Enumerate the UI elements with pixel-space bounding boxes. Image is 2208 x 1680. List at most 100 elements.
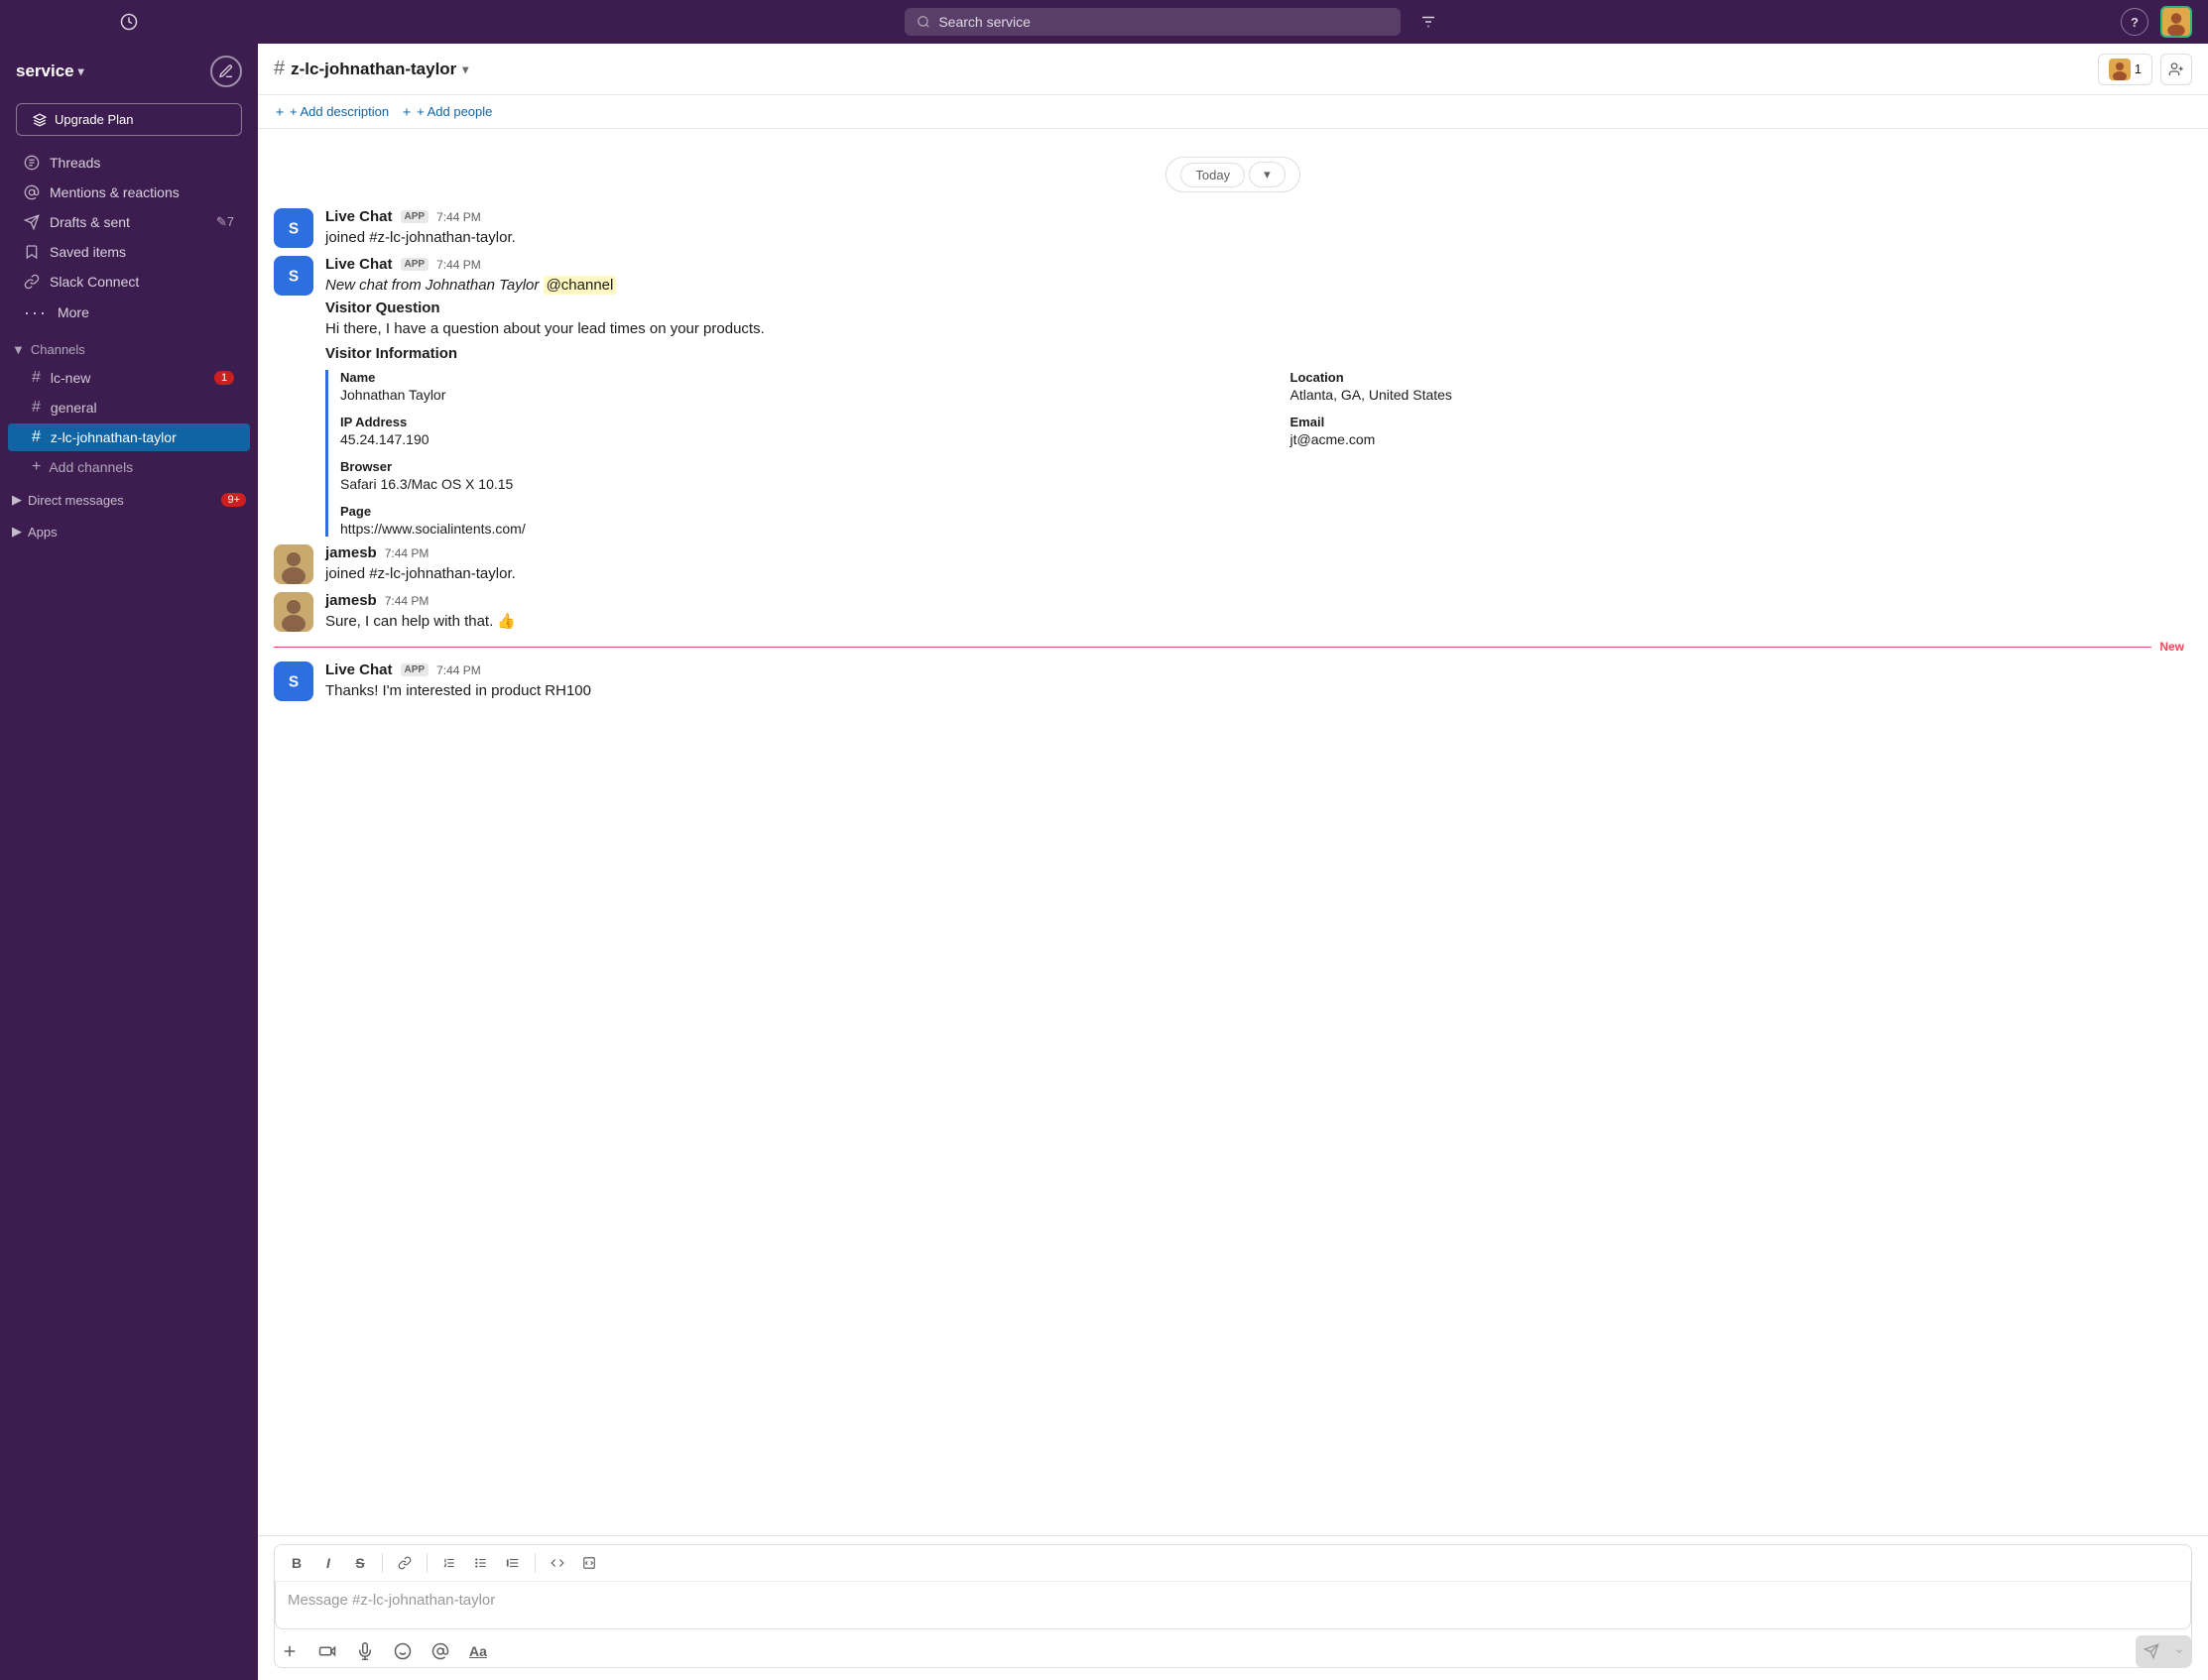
ordered-list-button[interactable]	[435, 1549, 463, 1577]
bookmark-icon	[24, 244, 40, 260]
message-2-header: Live Chat APP 7:44 PM	[325, 256, 2192, 273]
code-button[interactable]	[544, 1549, 571, 1577]
compose-button[interactable]	[210, 56, 242, 87]
livechat-avatar: S	[274, 208, 313, 248]
input-container: B I S	[274, 1544, 2192, 1668]
code-block-button[interactable]	[575, 1549, 603, 1577]
dm-badge: 9+	[221, 493, 246, 507]
input-area: B I S	[258, 1535, 2208, 1680]
add-description-link[interactable]: + Add description	[274, 104, 389, 119]
field-name: Name Johnathan Taylor	[340, 370, 1243, 403]
drafts-count: ✎7	[216, 214, 234, 230]
message-input[interactable]: Message #z-lc-johnathan-taylor	[275, 1582, 2191, 1629]
video-button[interactable]	[312, 1636, 342, 1666]
field-page: Page https://www.socialintents.com/	[340, 504, 1243, 537]
apps-section: ▶ Apps	[0, 518, 258, 545]
field-email: Email jt@acme.com	[1290, 415, 2193, 447]
jamesb-avatar-2	[274, 592, 313, 632]
format-button[interactable]: Aa	[463, 1636, 493, 1666]
app-badge-2: APP	[401, 258, 429, 271]
attach-button[interactable]	[275, 1636, 305, 1666]
add-people-icon	[401, 106, 413, 118]
email-label: Email	[1290, 415, 2193, 429]
help-icon[interactable]: ?	[2121, 8, 2148, 36]
livechat-avatar-2: S	[274, 256, 313, 296]
channel-mention: @channel	[544, 276, 617, 295]
emoji-button[interactable]	[388, 1636, 418, 1666]
search-icon	[917, 15, 930, 29]
jamesb-avatar	[274, 544, 313, 584]
member-count-button[interactable]: 1	[2098, 54, 2152, 85]
sidebar-item-mentions[interactable]: Mentions & reactions	[8, 179, 250, 206]
channels-section-header[interactable]: ▼ Channels	[0, 336, 258, 363]
blockquote-button[interactable]	[499, 1549, 527, 1577]
toolbar-sep-1	[382, 1553, 383, 1573]
sidebar-item-threads[interactable]: Threads	[8, 149, 250, 177]
add-people-link[interactable]: + Add people	[401, 104, 492, 119]
channel-hash: #	[274, 58, 285, 80]
message-1-content: Live Chat APP 7:44 PM joined #z-lc-johna…	[325, 208, 2192, 248]
link-button[interactable]	[391, 1549, 419, 1577]
page-value: https://www.socialintents.com/	[340, 521, 1243, 537]
bold-button[interactable]: B	[283, 1549, 310, 1577]
message-3-content: jamesb 7:44 PM joined #z-lc-johnathan-ta…	[325, 544, 2192, 584]
add-channels-button[interactable]: + Add channels	[8, 453, 250, 481]
send-dropdown-button[interactable]	[2167, 1635, 2191, 1667]
topbar-left	[0, 8, 258, 36]
sidebar-item-more[interactable]: ··· More	[8, 298, 250, 327]
dm-section-header: ▶ Direct messages 9+	[0, 486, 258, 514]
new-badge: New	[2151, 640, 2192, 654]
sidebar-item-drafts[interactable]: Drafts & sent ✎7	[8, 208, 250, 236]
send-button[interactable]	[2136, 1635, 2167, 1667]
direct-messages-header[interactable]: ▶ Direct messages	[12, 492, 124, 508]
add-member-button[interactable]	[2160, 54, 2192, 85]
topbar-center: Search service	[258, 8, 2089, 36]
channel-title[interactable]: # z-lc-johnathan-taylor ▾	[274, 58, 468, 80]
field-ip: IP Address 45.24.147.190	[340, 415, 1243, 447]
channel-actions: 1	[2098, 54, 2192, 85]
main-content: # z-lc-johnathan-taylor ▾ 1 + Add descri…	[258, 0, 2208, 1680]
apps-header[interactable]: ▶ Apps	[12, 524, 58, 540]
message-1-text: joined #z-lc-johnathan-taylor.	[325, 227, 2192, 248]
message-2-text: New chat from Johnathan Taylor @channel	[325, 275, 2192, 296]
upgrade-plan-button[interactable]: Upgrade Plan	[16, 103, 242, 136]
italic-button[interactable]: I	[314, 1549, 342, 1577]
toolbar-sep-2	[427, 1553, 428, 1573]
location-value: Atlanta, GA, United States	[1290, 387, 2193, 403]
connect-icon	[24, 274, 40, 290]
channel-hash-icon: #	[32, 369, 41, 387]
unordered-list-button[interactable]	[467, 1549, 495, 1577]
channel-item-z-lc-johnathan-taylor[interactable]: # z-lc-johnathan-taylor	[8, 423, 250, 451]
lc-new-badge: 1	[214, 371, 234, 385]
channel-hash-icon: #	[32, 399, 41, 417]
channel-item-general[interactable]: # general	[8, 394, 250, 421]
channel-item-lc-new[interactable]: # lc-new 1	[8, 364, 250, 392]
mention-button[interactable]	[426, 1636, 455, 1666]
date-divider-label[interactable]: Today ▾	[1165, 157, 1299, 192]
dm-collapse-icon: ▶	[12, 492, 22, 508]
page-label: Page	[340, 504, 1243, 519]
filter-icon[interactable]	[1414, 8, 1442, 36]
threads-icon	[24, 155, 40, 171]
strikethrough-button[interactable]: S	[346, 1549, 374, 1577]
at-icon	[24, 184, 40, 200]
member-avatar	[2109, 59, 2131, 80]
workspace-name[interactable]: service ▾	[16, 61, 84, 81]
user-avatar[interactable]	[2160, 6, 2192, 38]
message-1: S Live Chat APP 7:44 PM joined #z-lc-joh…	[258, 204, 2208, 252]
message-5-content: Live Chat APP 7:44 PM Thanks! I'm intere…	[325, 661, 2192, 701]
sidebar-item-connect[interactable]: Slack Connect	[8, 268, 250, 296]
message-4-content: jamesb 7:44 PM Sure, I can help with tha…	[325, 592, 2192, 632]
date-divider: Today ▾	[258, 157, 2208, 192]
channels-collapse-icon: ▼	[12, 342, 25, 357]
sidebar-item-saved[interactable]: Saved items	[8, 238, 250, 266]
search-bar[interactable]: Search service	[905, 8, 1401, 36]
history-icon[interactable]	[115, 8, 143, 36]
app-badge: APP	[401, 210, 429, 223]
audio-button[interactable]	[350, 1636, 380, 1666]
apps-collapse-icon: ▶	[12, 524, 22, 540]
messages-list: Today ▾ S Live Chat APP 7:44 PM joined #…	[258, 129, 2208, 1535]
message-1-header: Live Chat APP 7:44 PM	[325, 208, 2192, 225]
date-caret: ▾	[1249, 162, 1286, 187]
channel-hash-icon: #	[32, 428, 41, 446]
